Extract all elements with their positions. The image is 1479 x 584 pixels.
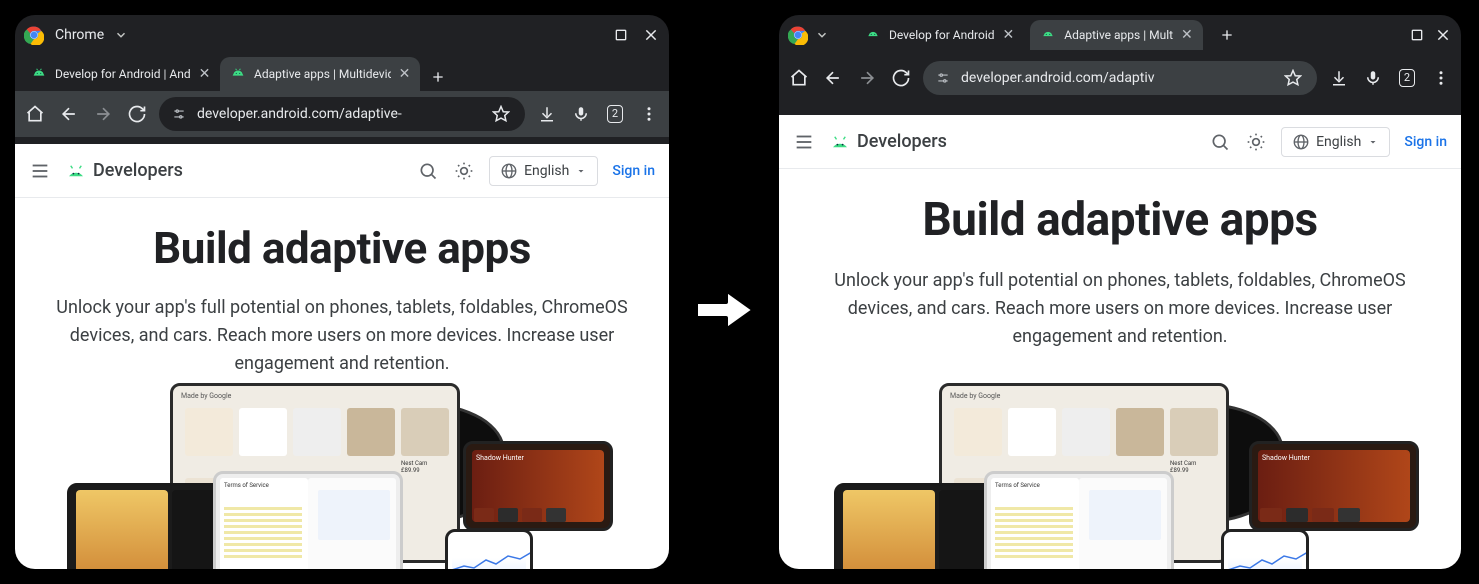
reload-icon[interactable] (125, 102, 149, 126)
chevron-down-icon[interactable] (114, 28, 128, 42)
mic-icon[interactable] (1361, 66, 1385, 90)
hero: Build adaptive apps Unlock your app's fu… (15, 198, 669, 378)
window-close-button[interactable] (1433, 25, 1453, 45)
forward-icon[interactable] (91, 102, 115, 126)
new-tab-button[interactable] (1213, 21, 1241, 49)
android-icon (865, 27, 881, 43)
download-icon[interactable] (1327, 66, 1351, 90)
hero-subtitle: Unlock your app's full potential on phon… (815, 267, 1425, 351)
page-content: Developers English Sign in Build adaptiv… (779, 115, 1461, 569)
android-icon (1040, 27, 1056, 43)
site-appbar: Developers English Sign in (779, 115, 1461, 169)
app-name: Chrome (55, 27, 104, 43)
globe-icon (500, 162, 518, 180)
mic-icon[interactable] (569, 102, 593, 126)
close-icon[interactable]: ✕ (1181, 27, 1193, 43)
browser-window-right: Develop for Android ✕ Adaptive apps | Mu… (779, 15, 1461, 569)
language-label: English (524, 163, 569, 179)
download-icon[interactable] (535, 102, 559, 126)
window-titlebar: Chrome (15, 15, 669, 55)
hero-subtitle: Unlock your app's full potential on phon… (39, 294, 645, 378)
window-restore-button[interactable] (611, 25, 631, 45)
overflow-menu-icon[interactable] (637, 102, 661, 126)
close-icon[interactable]: ✕ (199, 66, 211, 82)
url-text: developer.android.com/adaptiv (961, 70, 1271, 86)
hero-title: Build adaptive apps (39, 222, 645, 274)
tab-label: Develop for Android | And (55, 67, 191, 81)
tab-develop-for-android[interactable]: Develop for Android ✕ (855, 20, 1024, 50)
browser-window-left: Chrome Develop for Android | And ✕ (15, 15, 669, 569)
star-icon[interactable] (489, 102, 513, 126)
home-icon[interactable] (787, 66, 811, 90)
hero-title: Build adaptive apps (803, 193, 1437, 247)
search-icon[interactable] (1209, 131, 1231, 153)
theme-toggle-icon[interactable] (1245, 131, 1267, 153)
chrome-icon (787, 24, 809, 46)
chrome-icon (23, 24, 45, 46)
language-selector[interactable]: English (489, 156, 598, 186)
search-icon[interactable] (417, 160, 439, 182)
close-icon[interactable]: ✕ (1003, 27, 1015, 43)
hero-devices-illustration: Made by Google Nest Cam£89.99 Shadow Hun… (779, 383, 1461, 569)
brand[interactable]: Developers (65, 160, 183, 181)
window-titlebar: Develop for Android ✕ Adaptive apps | Mu… (779, 15, 1461, 55)
back-icon[interactable] (57, 102, 81, 126)
address-bar[interactable]: developer.android.com/adaptive- (159, 97, 525, 131)
language-label: English (1316, 134, 1361, 150)
reload-icon[interactable] (889, 66, 913, 90)
window-restore-button[interactable] (1407, 25, 1427, 45)
language-selector[interactable]: English (1281, 127, 1390, 157)
browser-toolbar: developer.android.com/adaptiv 2 (779, 55, 1461, 101)
arrow-right-icon (690, 280, 760, 340)
browser-toolbar: developer.android.com/adaptive- 2 (15, 91, 669, 137)
android-icon (31, 66, 47, 82)
tab-count-button[interactable]: 2 (603, 102, 627, 126)
hamburger-icon[interactable] (29, 160, 51, 182)
android-icon (65, 164, 87, 178)
page-content: Developers English Sign in Build adaptiv… (15, 144, 669, 569)
home-icon[interactable] (23, 102, 47, 126)
hamburger-icon[interactable] (793, 131, 815, 153)
tab-adaptive-apps[interactable]: Adaptive apps | Mult ✕ (1030, 20, 1203, 50)
tab-adaptive-apps[interactable]: Adaptive apps | Multidevic ✕ (220, 57, 420, 91)
tab-label: Develop for Android (889, 28, 995, 42)
chevron-down-icon (1367, 136, 1379, 148)
tab-label: Adaptive apps | Multidevic (254, 67, 391, 81)
tune-icon[interactable] (935, 70, 951, 86)
sign-in-link[interactable]: Sign in (612, 163, 655, 179)
chevron-down-icon[interactable] (815, 28, 829, 42)
tab-count-button[interactable]: 2 (1395, 66, 1419, 90)
theme-toggle-icon[interactable] (453, 160, 475, 182)
forward-icon[interactable] (855, 66, 879, 90)
brand-text: Developers (857, 131, 947, 152)
url-text: developer.android.com/adaptive- (197, 106, 479, 122)
hero: Build adaptive apps Unlock your app's fu… (779, 169, 1461, 351)
new-tab-button[interactable] (424, 63, 452, 91)
sign-in-link[interactable]: Sign in (1404, 134, 1447, 150)
window-close-button[interactable] (641, 25, 661, 45)
globe-icon (1292, 133, 1310, 151)
tab-develop-for-android[interactable]: Develop for Android | And ✕ (21, 57, 220, 91)
close-icon[interactable]: ✕ (399, 66, 411, 82)
chevron-down-icon (575, 165, 587, 177)
android-icon (829, 135, 851, 149)
tab-label: Adaptive apps | Mult (1064, 28, 1173, 42)
star-icon[interactable] (1281, 66, 1305, 90)
site-appbar: Developers English Sign in (15, 144, 669, 198)
tune-icon[interactable] (171, 106, 187, 122)
hero-devices-illustration: Made by Google Nest Cam£89.99 Shadow Hun… (15, 383, 669, 569)
tab-strip: Develop for Android | And ✕ Adaptive app… (15, 55, 669, 91)
back-icon[interactable] (821, 66, 845, 90)
android-icon (230, 66, 246, 82)
address-bar[interactable]: developer.android.com/adaptiv (923, 61, 1317, 95)
brand-text: Developers (93, 160, 183, 181)
overflow-menu-icon[interactable] (1429, 66, 1453, 90)
brand[interactable]: Developers (829, 131, 947, 152)
